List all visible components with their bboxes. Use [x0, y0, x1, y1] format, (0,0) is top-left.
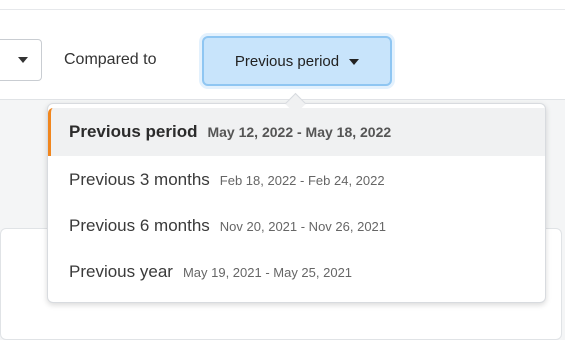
comparison-period-label: Previous period: [234, 52, 340, 70]
menu-item-label: Previous 6 months: [69, 216, 210, 235]
comparison-toolbar: Compared to Previous period: [0, 0, 565, 100]
menu-item-date-range: May 19, 2021 - May 25, 2021: [182, 264, 353, 280]
menu-item-previous-3-months[interactable]: Previous 3 months Feb 18, 2022 - Feb 24,…: [48, 156, 545, 204]
menu-item-label: Previous period: [69, 122, 198, 141]
menu-item-date-range: Nov 20, 2021 - Nov 26, 2021: [219, 218, 387, 234]
chevron-down-icon: [349, 59, 360, 65]
divider: [0, 9, 565, 10]
menu-item-previous-6-months[interactable]: Previous 6 months Nov 20, 2021 - Nov 26,…: [48, 202, 545, 250]
compared-to-label: Compared to: [64, 51, 157, 68]
date-range-select[interactable]: [0, 39, 42, 81]
comparison-period-button[interactable]: Previous period: [202, 36, 392, 86]
menu-item-previous-period[interactable]: Previous period May 12, 2022 - May 18, 2…: [48, 108, 545, 156]
chevron-down-icon: [18, 57, 28, 63]
menu-item-date-range: May 12, 2022 - May 18, 2022: [207, 124, 392, 140]
menu-item-previous-year[interactable]: Previous year May 19, 2021 - May 25, 202…: [48, 248, 545, 296]
comparison-period-menu: Previous period May 12, 2022 - May 18, 2…: [47, 92, 546, 303]
menu-item-label: Previous 3 months: [69, 170, 210, 189]
menu-item-label: Previous year: [69, 262, 173, 281]
menu-item-date-range: Feb 18, 2022 - Feb 24, 2022: [219, 172, 385, 188]
